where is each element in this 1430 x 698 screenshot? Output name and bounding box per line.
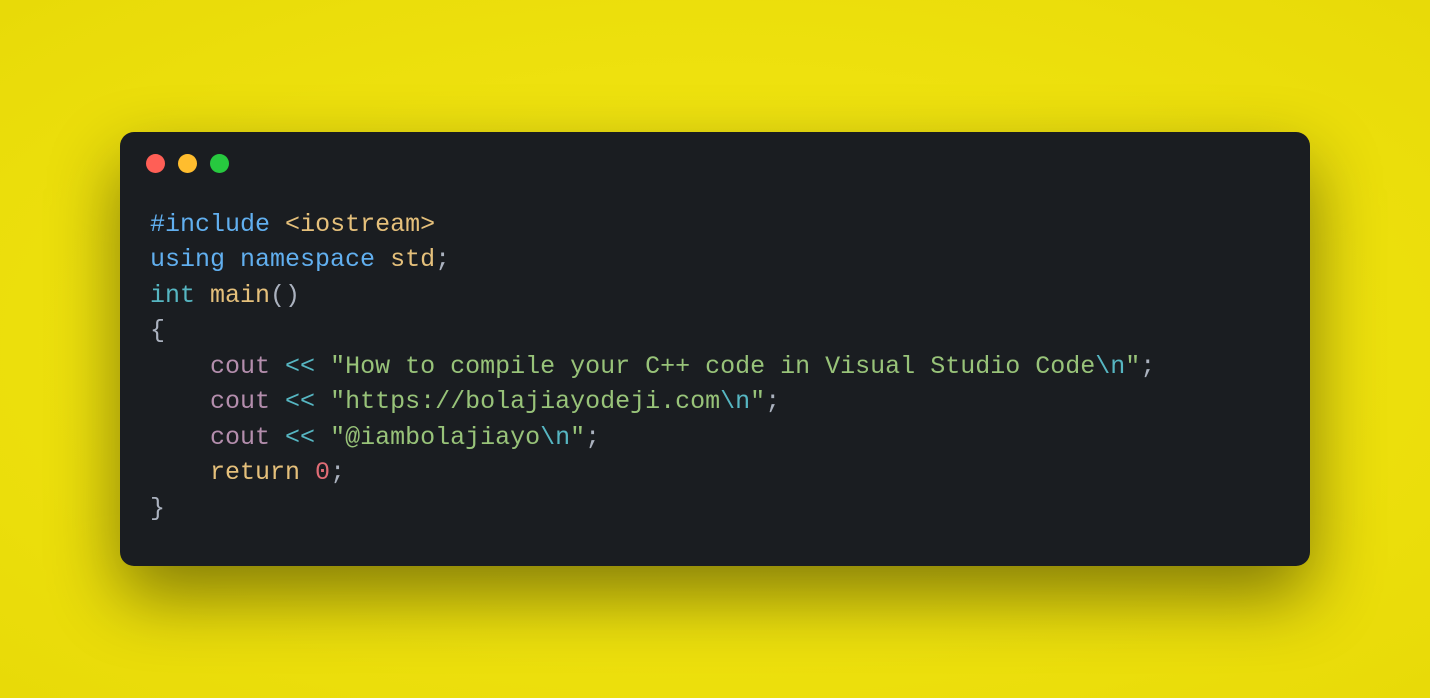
close-icon[interactable]	[146, 154, 165, 173]
escape-newline: \n	[1095, 352, 1125, 381]
code-window: #include <iostream> using namespace std;…	[120, 132, 1310, 567]
string-body: https://bolajiayodeji.com	[345, 387, 720, 416]
window-titlebar	[120, 132, 1310, 183]
string-quote-open: "	[330, 387, 345, 416]
keyword-namespace: namespace	[240, 245, 375, 274]
operator-insertion: <<	[285, 387, 315, 416]
angle-close: >	[420, 210, 435, 239]
string-quote-open: "	[330, 352, 345, 381]
type-int: int	[150, 281, 195, 310]
code-body: #include <iostream> using namespace std;…	[120, 183, 1310, 567]
parens: ()	[270, 281, 300, 310]
string-quote-close: "	[1125, 352, 1140, 381]
maximize-icon[interactable]	[210, 154, 229, 173]
identifier-cout: cout	[210, 387, 270, 416]
semicolon: ;	[330, 458, 345, 487]
literal-zero: 0	[315, 458, 330, 487]
code-line-5: cout << "How to compile your C++ code in…	[150, 352, 1155, 381]
string-body: @iambolajiayo	[345, 423, 540, 452]
string-quote-close: "	[570, 423, 585, 452]
operator-insertion: <<	[285, 352, 315, 381]
keyword-return: return	[210, 458, 300, 487]
semicolon: ;	[435, 245, 450, 274]
namespace-std: std	[390, 245, 435, 274]
keyword-using: using	[150, 245, 225, 274]
code-line-2: using namespace std;	[150, 245, 450, 274]
minimize-icon[interactable]	[178, 154, 197, 173]
string-quote-open: "	[330, 423, 345, 452]
code-line-7: cout << "@iambolajiayo\n";	[150, 423, 600, 452]
escape-newline: \n	[540, 423, 570, 452]
code-line-1: #include <iostream>	[150, 210, 435, 239]
brace-close: }	[150, 494, 165, 523]
semicolon: ;	[585, 423, 600, 452]
identifier-cout: cout	[210, 352, 270, 381]
preprocessor-include: #include	[150, 210, 270, 239]
identifier-cout: cout	[210, 423, 270, 452]
semicolon: ;	[1140, 352, 1155, 381]
code-line-9: }	[150, 494, 165, 523]
code-line-6: cout << "https://bolajiayodeji.com\n";	[150, 387, 780, 416]
code-line-4: {	[150, 316, 165, 345]
operator-insertion: <<	[285, 423, 315, 452]
header-name: iostream	[300, 210, 420, 239]
escape-newline: \n	[720, 387, 750, 416]
semicolon: ;	[765, 387, 780, 416]
angle-open: <	[285, 210, 300, 239]
string-body: How to compile your C++ code in Visual S…	[345, 352, 1095, 381]
string-quote-close: "	[750, 387, 765, 416]
func-main: main	[210, 281, 270, 310]
code-line-8: return 0;	[150, 458, 345, 487]
code-line-3: int main()	[150, 281, 300, 310]
brace-open: {	[150, 316, 165, 345]
